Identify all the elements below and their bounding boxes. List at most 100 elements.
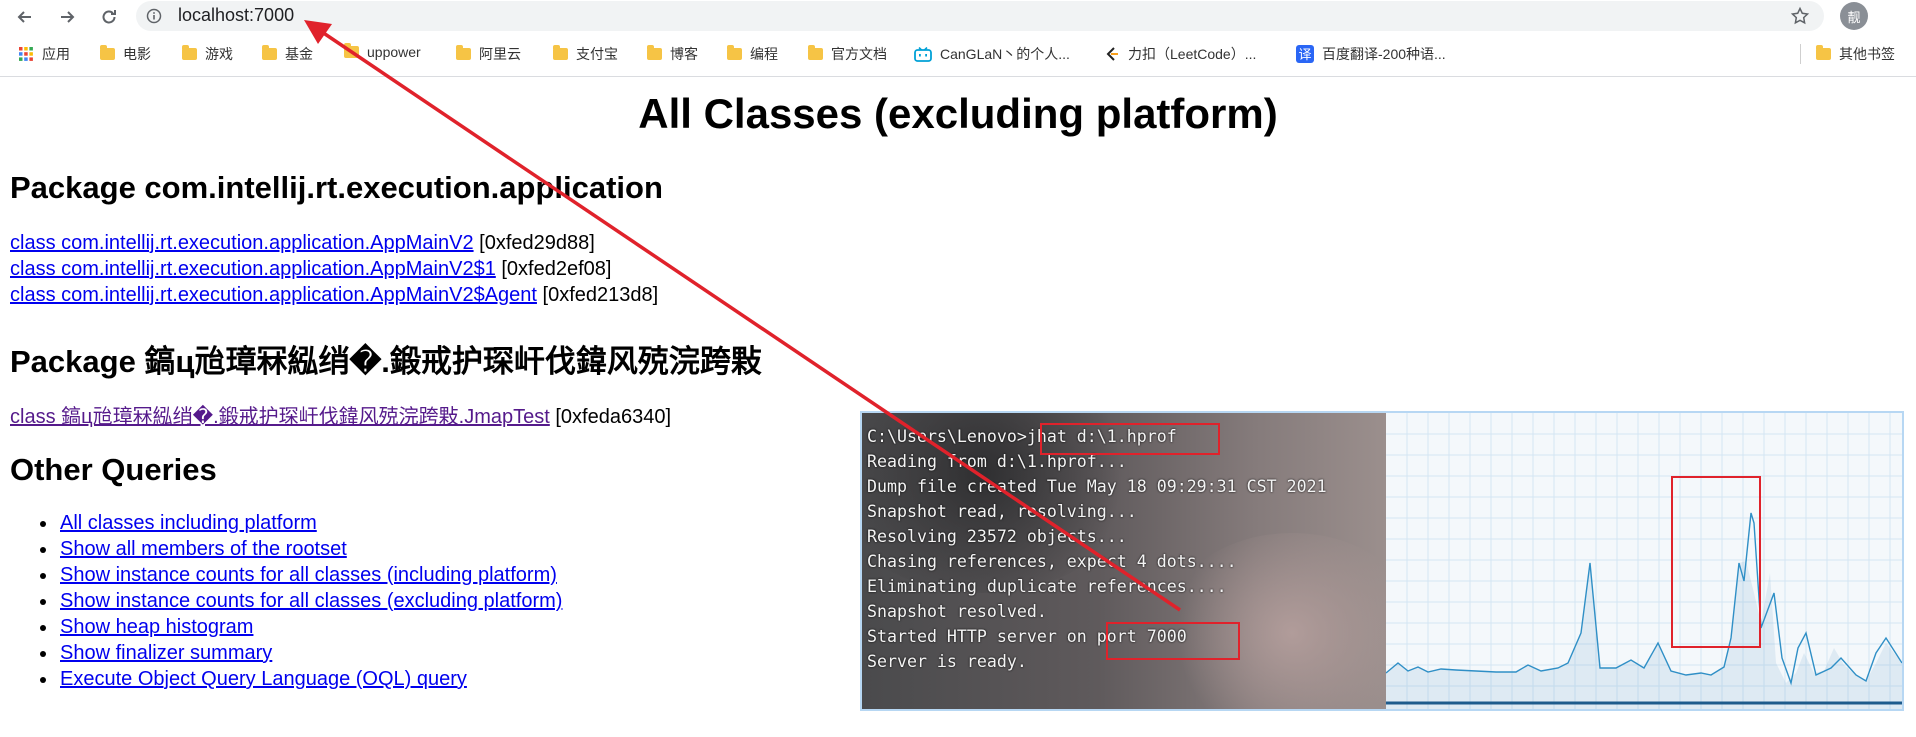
class-link[interactable]: class com.intellij.rt.execution.applicat… — [10, 284, 537, 306]
bookmark-folder-funds[interactable]: 基金 — [262, 44, 313, 64]
bookmarks-bar: 应用 电影 游戏 基金 uppower 阿里云 支付宝 博客 编程 官方文档 C… — [0, 40, 1916, 68]
bookmark-label: 力扣（LeetCode）... — [1128, 46, 1257, 62]
back-button[interactable] — [12, 4, 38, 30]
reload-icon — [102, 10, 116, 24]
bookmark-folder-alipay[interactable]: 支付宝 — [553, 44, 618, 64]
folder-icon — [182, 45, 197, 60]
activity-graph — [1385, 413, 1903, 709]
bookmark-label: 阿里云 — [479, 46, 521, 62]
bookmarks-separator — [1800, 44, 1801, 64]
query-links-list: All classes including platform Show all … — [0, 512, 562, 694]
translate-icon: 译 — [1296, 45, 1314, 63]
apps-grid-icon — [19, 47, 33, 61]
bookmark-label: 支付宝 — [576, 46, 618, 62]
bookmark-label: 百度翻译-200种语... — [1322, 46, 1446, 62]
list-item: Show instance counts for all classes (in… — [0, 564, 562, 590]
browser-toolbar: localhost:7000 靓 — [0, 0, 1916, 34]
bookmark-leetcode[interactable]: 力扣（LeetCode）... — [1104, 44, 1256, 64]
bookmark-label: 官方文档 — [831, 46, 887, 62]
other-queries-heading: Other Queries — [10, 452, 217, 487]
bookmark-bilibili[interactable]: CanGLaN丶的个人... — [914, 44, 1070, 64]
bookmark-baidu-translate[interactable]: 译 百度翻译-200种语... — [1296, 44, 1446, 64]
reload-button[interactable] — [96, 4, 122, 30]
command-highlight-box — [1040, 423, 1220, 455]
bookmark-label: 博客 — [670, 46, 698, 62]
bookmark-folder-movies[interactable]: 电影 — [100, 44, 151, 64]
graph-area — [1386, 561, 1902, 709]
folder-icon — [456, 45, 471, 60]
class-entry: class com.intellij.rt.execution.applicat… — [10, 284, 658, 307]
bookmark-label: uppower — [367, 44, 421, 60]
address-bar[interactable]: localhost:7000 — [136, 1, 1824, 31]
class-link[interactable]: class com.intellij.rt.execution.applicat… — [10, 232, 474, 254]
folder-icon — [100, 45, 115, 60]
folder-icon — [262, 45, 277, 60]
folder-icon — [808, 45, 823, 60]
bookmark-label: 编程 — [750, 46, 778, 62]
bookmark-label: 其他书签 — [1839, 46, 1895, 62]
terminal-line: Resolving 23572 objects... — [867, 527, 1127, 546]
bookmark-label: 基金 — [285, 46, 313, 62]
object-address: [0xfed29d88] — [473, 232, 595, 254]
bookmark-folder-other[interactable]: 其他书签 — [1816, 44, 1895, 64]
package-heading: Package com.intellij.rt.execution.applic… — [10, 170, 663, 205]
leetcode-icon — [1106, 47, 1118, 61]
bookmark-folder-blog[interactable]: 博客 — [647, 44, 698, 64]
class-link[interactable]: class 鎬ц兘璋冧紭绡�.鍛戒护琛屽伐鍏风殑浣跨敤.JmapTest — [10, 406, 550, 428]
list-item: Execute Object Query Language (OQL) quer… — [0, 668, 562, 694]
query-link[interactable]: Show instance counts for all classes (ex… — [60, 590, 562, 612]
bookmark-folder-uppower[interactable]: uppower — [344, 43, 421, 60]
forward-arrow-icon — [61, 11, 75, 23]
port-highlight-box — [1106, 622, 1240, 660]
bookmark-folder-games[interactable]: 游戏 — [182, 44, 233, 64]
bookmark-folder-aliyun[interactable]: 阿里云 — [456, 44, 521, 64]
terminal-line: Snapshot resolved. — [867, 602, 1047, 621]
terminal-line: Dump file created Tue May 18 09:29:31 CS… — [867, 477, 1327, 496]
query-link[interactable]: All classes including platform — [60, 512, 317, 534]
back-arrow-icon — [17, 11, 31, 23]
folder-icon — [1816, 45, 1831, 60]
info-icon[interactable] — [146, 8, 162, 24]
bookmark-label: CanGLaN丶的个人... — [940, 46, 1070, 62]
profile-avatar[interactable]: 靓 — [1840, 2, 1868, 30]
object-address: [0xfed2ef08] — [495, 258, 612, 280]
bilibili-icon — [914, 46, 932, 62]
terminal-line: Chasing references, expect 4 dots.... — [867, 552, 1237, 571]
bookmark-apps[interactable]: 应用 — [18, 44, 70, 64]
query-link[interactable]: Show heap histogram — [60, 616, 253, 638]
query-link[interactable]: Show instance counts for all classes (in… — [60, 564, 557, 586]
bookmark-label: 电影 — [123, 46, 151, 62]
bookmark-folder-programming[interactable]: 编程 — [727, 44, 778, 64]
terminal-window: C:\Users\Lenovo>jhat d:\1.hprof Reading … — [862, 413, 1386, 709]
page-title: All Classes (excluding platform) — [638, 90, 1278, 137]
object-address: [0xfed213d8] — [536, 284, 659, 306]
activity-graph-svg — [1385, 413, 1903, 709]
list-item: Show instance counts for all classes (ex… — [0, 590, 562, 616]
folder-icon — [344, 43, 359, 58]
terminal-line: Snapshot read, resolving... — [867, 502, 1137, 521]
terminal-line: Server is ready. — [867, 652, 1027, 671]
object-address: [0xfeda6340] — [549, 406, 672, 428]
url-text[interactable]: localhost:7000 — [178, 5, 294, 26]
bookmark-label: 应用 — [42, 46, 70, 62]
query-link[interactable]: Execute Object Query Language (OQL) quer… — [60, 668, 467, 690]
class-entry: class com.intellij.rt.execution.applicat… — [10, 232, 595, 255]
list-item: Show finalizer summary — [0, 642, 562, 668]
query-link[interactable]: Show all members of the rootset — [60, 538, 347, 560]
forward-button[interactable] — [54, 4, 80, 30]
bookmark-folder-docs[interactable]: 官方文档 — [808, 44, 887, 64]
folder-icon — [727, 45, 742, 60]
terminal-line: Eliminating duplicate references.... — [867, 577, 1227, 596]
class-link[interactable]: class com.intellij.rt.execution.applicat… — [10, 258, 496, 280]
package-heading: Package 鎬ц兘璋冧紭绡�.鍛戒护琛屽伐鍏风殑浣跨敤 — [10, 344, 762, 379]
folder-icon — [553, 45, 568, 60]
class-entry: class 鎬ц兘璋冧紭绡�.鍛戒护琛屽伐鍏风殑浣跨敤.JmapTest [0x… — [10, 400, 671, 429]
folder-icon — [647, 45, 662, 60]
bookmark-star-icon[interactable] — [1790, 6, 1810, 26]
svg-text:译: 译 — [1298, 48, 1311, 63]
graph-grid — [1386, 413, 1902, 709]
list-item: All classes including platform — [0, 512, 562, 538]
toolbar-divider — [0, 76, 1916, 77]
class-entry: class com.intellij.rt.execution.applicat… — [10, 258, 611, 281]
query-link[interactable]: Show finalizer summary — [60, 642, 272, 664]
